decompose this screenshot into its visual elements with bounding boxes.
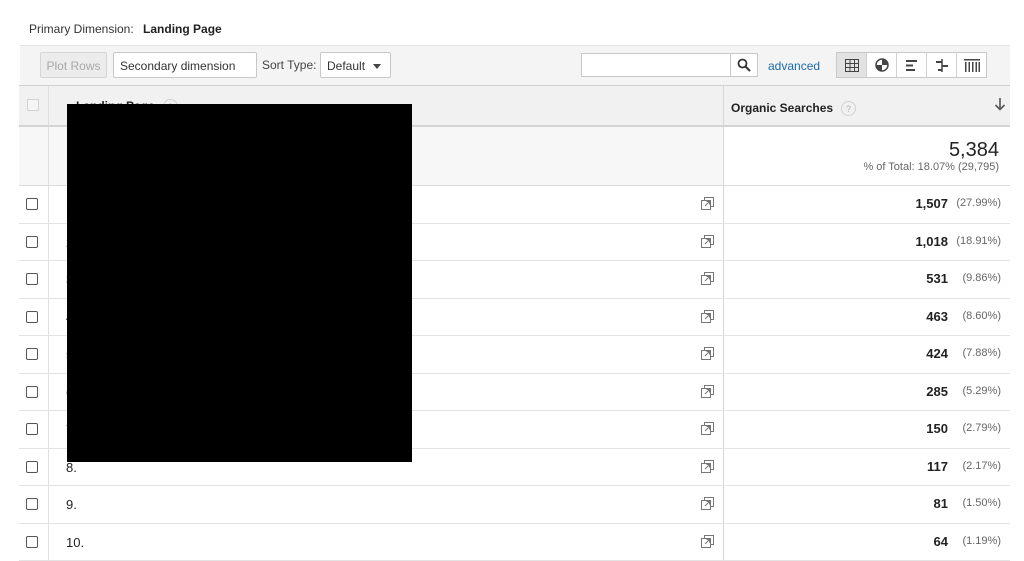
row-checkbox[interactable] — [26, 273, 38, 285]
table-view-button[interactable] — [837, 53, 867, 77]
comparison-view-icon — [935, 59, 949, 72]
sort-type-label: Sort Type: — [262, 58, 316, 72]
pivot-view-button[interactable] — [957, 53, 986, 77]
open-link-icon[interactable] — [701, 347, 714, 360]
sort-type-value: Default — [327, 59, 365, 73]
row-number: 9. — [66, 497, 77, 512]
bar-view-button[interactable] — [897, 53, 927, 77]
pivot-view-icon — [964, 59, 980, 72]
organic-searches-percent: (18.91%) — [956, 235, 1001, 247]
bar-view-icon — [905, 59, 919, 72]
open-link-icon[interactable] — [701, 310, 714, 323]
open-link-icon[interactable] — [701, 460, 714, 473]
organic-searches-percent: (1.19%) — [962, 535, 1001, 547]
row-checkbox[interactable] — [26, 198, 38, 210]
search-icon — [737, 58, 751, 72]
organic-searches-header[interactable]: Organic Searches? — [731, 101, 856, 116]
organic-searches-value: 424 — [926, 346, 948, 361]
organic-searches-value: 150 — [926, 421, 948, 436]
row-checkbox[interactable] — [26, 536, 38, 548]
table-toolbar: Plot Rows Secondary dimension Sort Type:… — [20, 45, 1010, 86]
secondary-dimension-label: Secondary dimension — [120, 59, 235, 73]
pie-view-icon — [875, 58, 889, 72]
organic-searches-percent: (8.60%) — [962, 310, 1001, 322]
organic-searches-percent: (1.50%) — [962, 497, 1001, 509]
row-checkbox[interactable] — [26, 461, 38, 473]
sort-descending-icon[interactable] — [994, 97, 1006, 111]
view-switcher — [836, 52, 987, 78]
organic-searches-value: 285 — [926, 384, 948, 399]
organic-searches-percent: (2.17%) — [962, 460, 1001, 472]
primary-dimension-value[interactable]: Landing Page — [143, 22, 222, 36]
row-checkbox[interactable] — [26, 498, 38, 510]
organic-searches-value: 81 — [934, 496, 948, 511]
total-percent: % of Total: 18.07% (29,795) — [863, 161, 999, 173]
organic-searches-value: 1,018 — [915, 234, 948, 249]
row-checkbox[interactable] — [26, 423, 38, 435]
row-checkbox[interactable] — [26, 311, 38, 323]
row-checkbox[interactable] — [26, 348, 38, 360]
organic-searches-percent: (5.29%) — [962, 385, 1001, 397]
table-row: 9. 81 (1.50%) — [19, 486, 1010, 524]
row-checkbox[interactable] — [26, 386, 38, 398]
table-row: 10. 64 (1.19%) — [19, 524, 1010, 561]
organic-searches-percent: (9.86%) — [962, 272, 1001, 284]
organic-searches-value: 531 — [926, 271, 948, 286]
primary-dimension-bar: Primary Dimension: Landing Page — [29, 22, 222, 36]
organic-searches-header-label: Organic Searches — [731, 101, 833, 115]
advanced-filter-link[interactable]: advanced — [768, 59, 820, 73]
open-link-icon[interactable] — [701, 422, 714, 435]
open-link-icon[interactable] — [701, 197, 714, 210]
organic-searches-percent: (2.79%) — [962, 422, 1001, 434]
open-link-icon[interactable] — [701, 535, 714, 548]
select-all-checkbox[interactable] — [27, 99, 39, 111]
search-button[interactable] — [730, 53, 758, 77]
pie-view-button[interactable] — [867, 53, 897, 77]
plot-rows-button[interactable]: Plot Rows — [40, 52, 107, 78]
row-checkbox[interactable] — [26, 236, 38, 248]
open-link-icon[interactable] — [701, 272, 714, 285]
sort-type-dropdown[interactable]: Default — [320, 52, 391, 78]
table-view-icon — [845, 59, 859, 72]
organic-searches-percent: (7.88%) — [962, 347, 1001, 359]
help-icon[interactable]: ? — [841, 101, 856, 116]
redaction-block — [67, 104, 412, 462]
organic-searches-value: 463 — [926, 309, 948, 324]
organic-searches-value: 1,507 — [915, 196, 948, 211]
total-value: 5,384 — [949, 139, 999, 162]
chevron-down-icon — [373, 64, 381, 69]
comparison-view-button[interactable] — [927, 53, 957, 77]
organic-searches-value: 64 — [934, 534, 948, 549]
open-link-icon[interactable] — [701, 385, 714, 398]
search-input[interactable] — [581, 53, 731, 77]
organic-searches-value: 117 — [927, 459, 948, 474]
organic-searches-percent: (27.99%) — [956, 197, 1001, 209]
open-link-icon[interactable] — [701, 235, 714, 248]
open-link-icon[interactable] — [701, 497, 714, 510]
row-number: 10. — [66, 535, 84, 550]
secondary-dimension-dropdown[interactable]: Secondary dimension — [113, 52, 257, 78]
primary-dimension-label: Primary Dimension: — [29, 22, 134, 36]
